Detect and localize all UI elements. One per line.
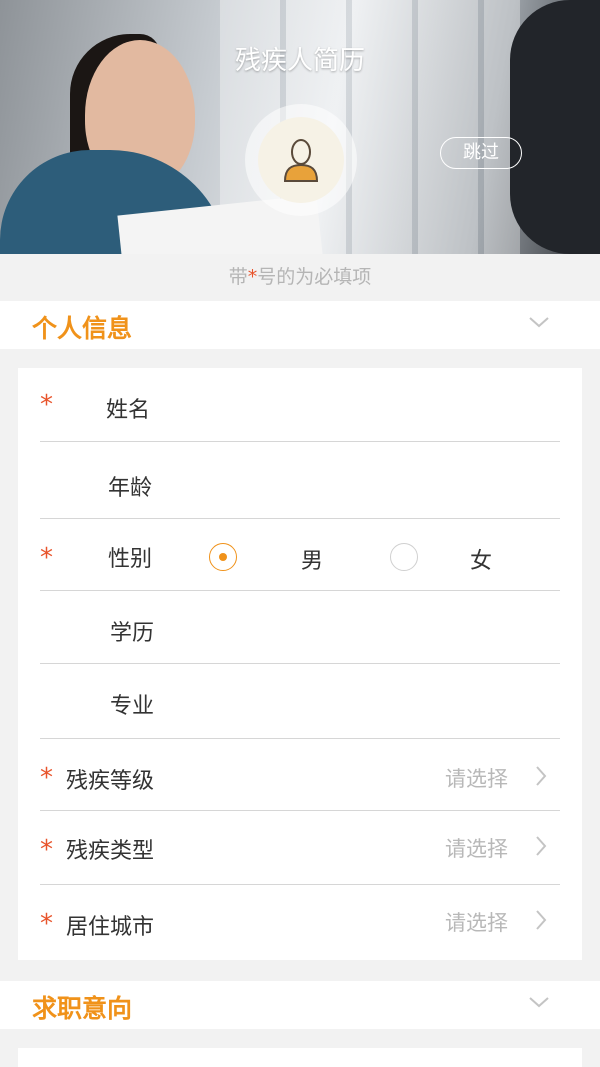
intention-form — [18, 1048, 582, 1067]
disability-level-placeholder: 请选择 — [445, 767, 508, 791]
required-mark: * — [40, 763, 53, 793]
name-row[interactable]: * 姓名 — [40, 368, 560, 442]
city-row[interactable]: * 居住城市 请选择 — [40, 885, 560, 960]
required-note-star: * — [247, 266, 258, 288]
city-placeholder: 请选择 — [445, 911, 508, 935]
banner-photo-shoulder — [510, 0, 600, 254]
gender-label: 性别 — [108, 547, 153, 572]
disability-level-row[interactable]: * 残疾等级 请选择 — [40, 739, 560, 811]
major-label: 专业 — [110, 694, 155, 719]
required-note-prefix: 带 — [228, 266, 248, 288]
section-title-intention: 求职意向 — [32, 994, 133, 1023]
city-label: 居住城市 — [66, 915, 155, 940]
section-header-personal[interactable]: 个人信息 — [0, 301, 600, 349]
section-title-personal: 个人信息 — [32, 314, 133, 343]
required-mark: * — [40, 835, 53, 865]
required-mark: * — [40, 909, 53, 939]
gender-female-radio[interactable] — [390, 543, 418, 571]
gender-female-label[interactable]: 女 — [470, 543, 492, 575]
age-row[interactable]: 年龄 — [40, 442, 560, 519]
required-note-suffix: 号的为必填项 — [257, 266, 372, 288]
education-row[interactable]: 学历 — [40, 591, 560, 664]
name-label: 姓名 — [106, 398, 151, 423]
avatar[interactable] — [245, 104, 357, 216]
age-label: 年龄 — [108, 476, 153, 501]
personal-info-form: * 姓名 年龄 * 性别 男 女 学历 专业 * 残疾等级 请选择 * 残疾类型… — [18, 368, 582, 960]
gender-row: * 性别 男 女 — [40, 519, 560, 591]
disability-type-label: 残疾类型 — [66, 839, 155, 864]
disability-type-row[interactable]: * 残疾类型 请选择 — [40, 811, 560, 885]
education-label: 学历 — [110, 621, 155, 646]
chevron-right-icon — [536, 910, 547, 930]
major-row[interactable]: 专业 — [40, 664, 560, 739]
disability-level-label: 残疾等级 — [66, 769, 155, 794]
gender-male-radio[interactable] — [209, 543, 237, 571]
user-avatar-icon — [283, 139, 319, 182]
page-title: 残疾人简历 — [234, 46, 365, 76]
skip-button[interactable]: 跳过 — [440, 137, 522, 169]
disability-type-placeholder: 请选择 — [445, 837, 508, 861]
chevron-down-icon — [529, 997, 549, 1008]
gender-male-label[interactable]: 男 — [301, 543, 323, 575]
required-mark: * — [40, 543, 53, 573]
required-mark: * — [40, 390, 53, 420]
chevron-right-icon — [536, 766, 547, 786]
chevron-down-icon — [529, 317, 549, 328]
chevron-right-icon — [536, 836, 547, 856]
required-note: 带*号的为必填项 — [0, 262, 600, 289]
section-header-intention[interactable]: 求职意向 — [0, 981, 600, 1029]
avatar-inner — [258, 117, 344, 203]
